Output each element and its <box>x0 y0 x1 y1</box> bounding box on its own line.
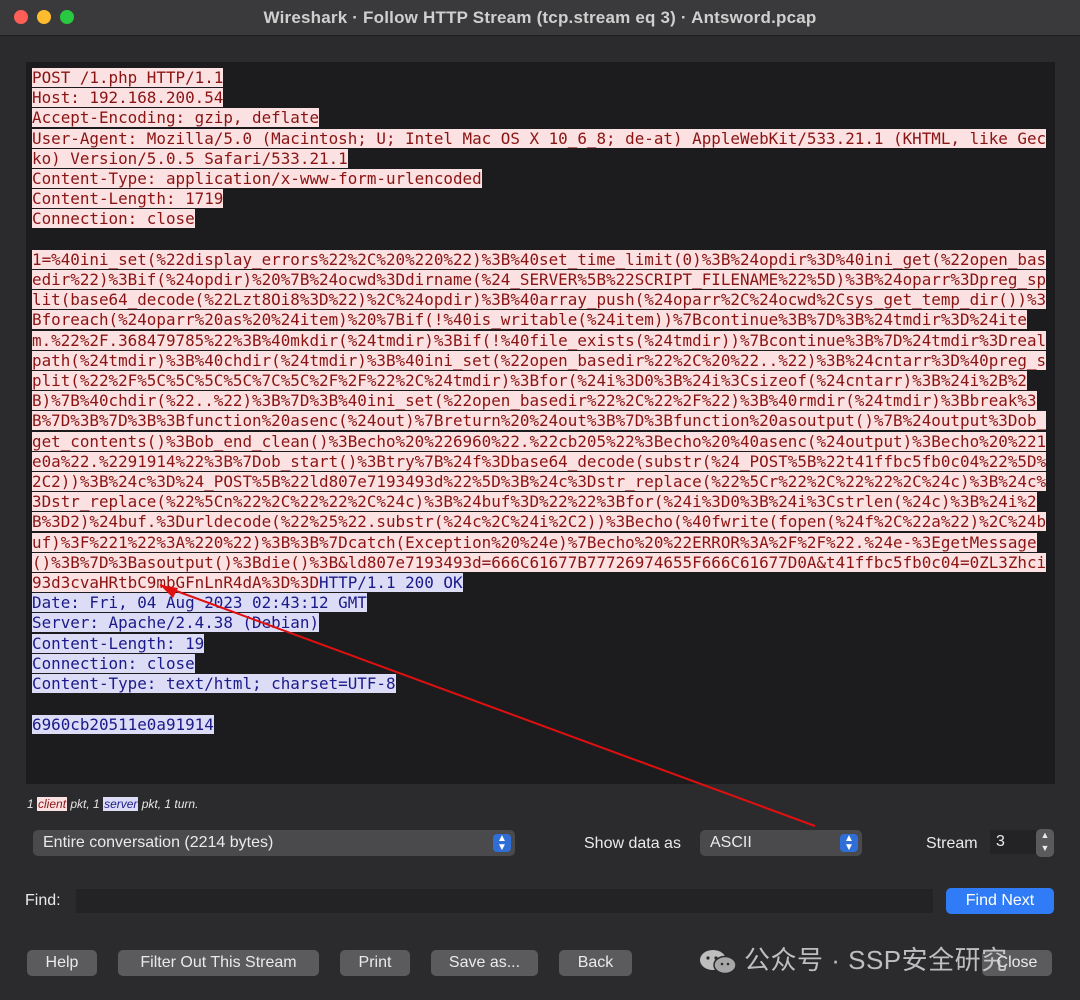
follow-stream-window: Wireshark · Follow HTTP Stream (tcp.stre… <box>0 0 1080 1000</box>
show-data-select[interactable]: ASCII ▲ ▼ <box>700 830 862 856</box>
watermark-text: 公众号 · SSP安全研究 <box>744 945 1008 975</box>
window-title: Wireshark · Follow HTTP Stream (tcp.stre… <box>263 8 817 27</box>
packet-summary: 1 client pkt, 1 server pkt, 1 turn. <box>27 797 198 811</box>
client-tag: client <box>37 797 68 811</box>
find-label: Find: <box>25 892 61 909</box>
print-button[interactable]: Print <box>340 950 410 976</box>
find-next-button[interactable]: Find Next <box>946 888 1054 914</box>
chat-bubbles-icon <box>700 950 737 975</box>
client-request-text: POST /1.php HTTP/1.1 Host: 192.168.200.5… <box>32 68 1047 593</box>
show-data-value: ASCII <box>710 834 752 851</box>
stream-text[interactable]: POST /1.php HTTP/1.1 Host: 192.168.200.5… <box>32 68 1049 735</box>
stream-content-pane[interactable]: POST /1.php HTTP/1.1 Host: 192.168.200.5… <box>26 62 1055 784</box>
back-button[interactable]: Back <box>559 950 632 976</box>
find-input[interactable] <box>76 889 933 913</box>
updown-chevron-icon: ▲ ▼ <box>493 834 511 853</box>
summary-mid: pkt, 1 <box>67 797 104 811</box>
updown-chevron-icon: ▲ ▼ <box>840 834 858 853</box>
server-tag: server <box>103 797 139 811</box>
title-bar: Wireshark · Follow HTTP Stream (tcp.stre… <box>0 0 1080 36</box>
summary-suffix: pkt, 1 turn. <box>138 797 199 811</box>
summary-prefix: 1 <box>27 797 38 811</box>
save-as-button[interactable]: Save as... <box>431 950 538 976</box>
conversation-select-value: Entire conversation (2214 bytes) <box>43 834 274 851</box>
watermark: 公众号 · SSP安全研究 <box>698 940 1008 977</box>
help-button[interactable]: Help <box>27 950 97 976</box>
stream-label: Stream <box>926 835 978 852</box>
server-response-text: HTTP/1.1 200 OK Date: Fri, 04 Aug 2023 0… <box>32 573 463 734</box>
stream-stepper[interactable]: ▲ ▼ <box>1036 829 1054 857</box>
stream-number-field[interactable]: 3 <box>990 830 1036 854</box>
conversation-select[interactable]: Entire conversation (2214 bytes) ▲ ▼ <box>33 830 515 856</box>
filter-out-stream-button[interactable]: Filter Out This Stream <box>118 950 319 976</box>
show-data-label: Show data as <box>584 835 681 852</box>
